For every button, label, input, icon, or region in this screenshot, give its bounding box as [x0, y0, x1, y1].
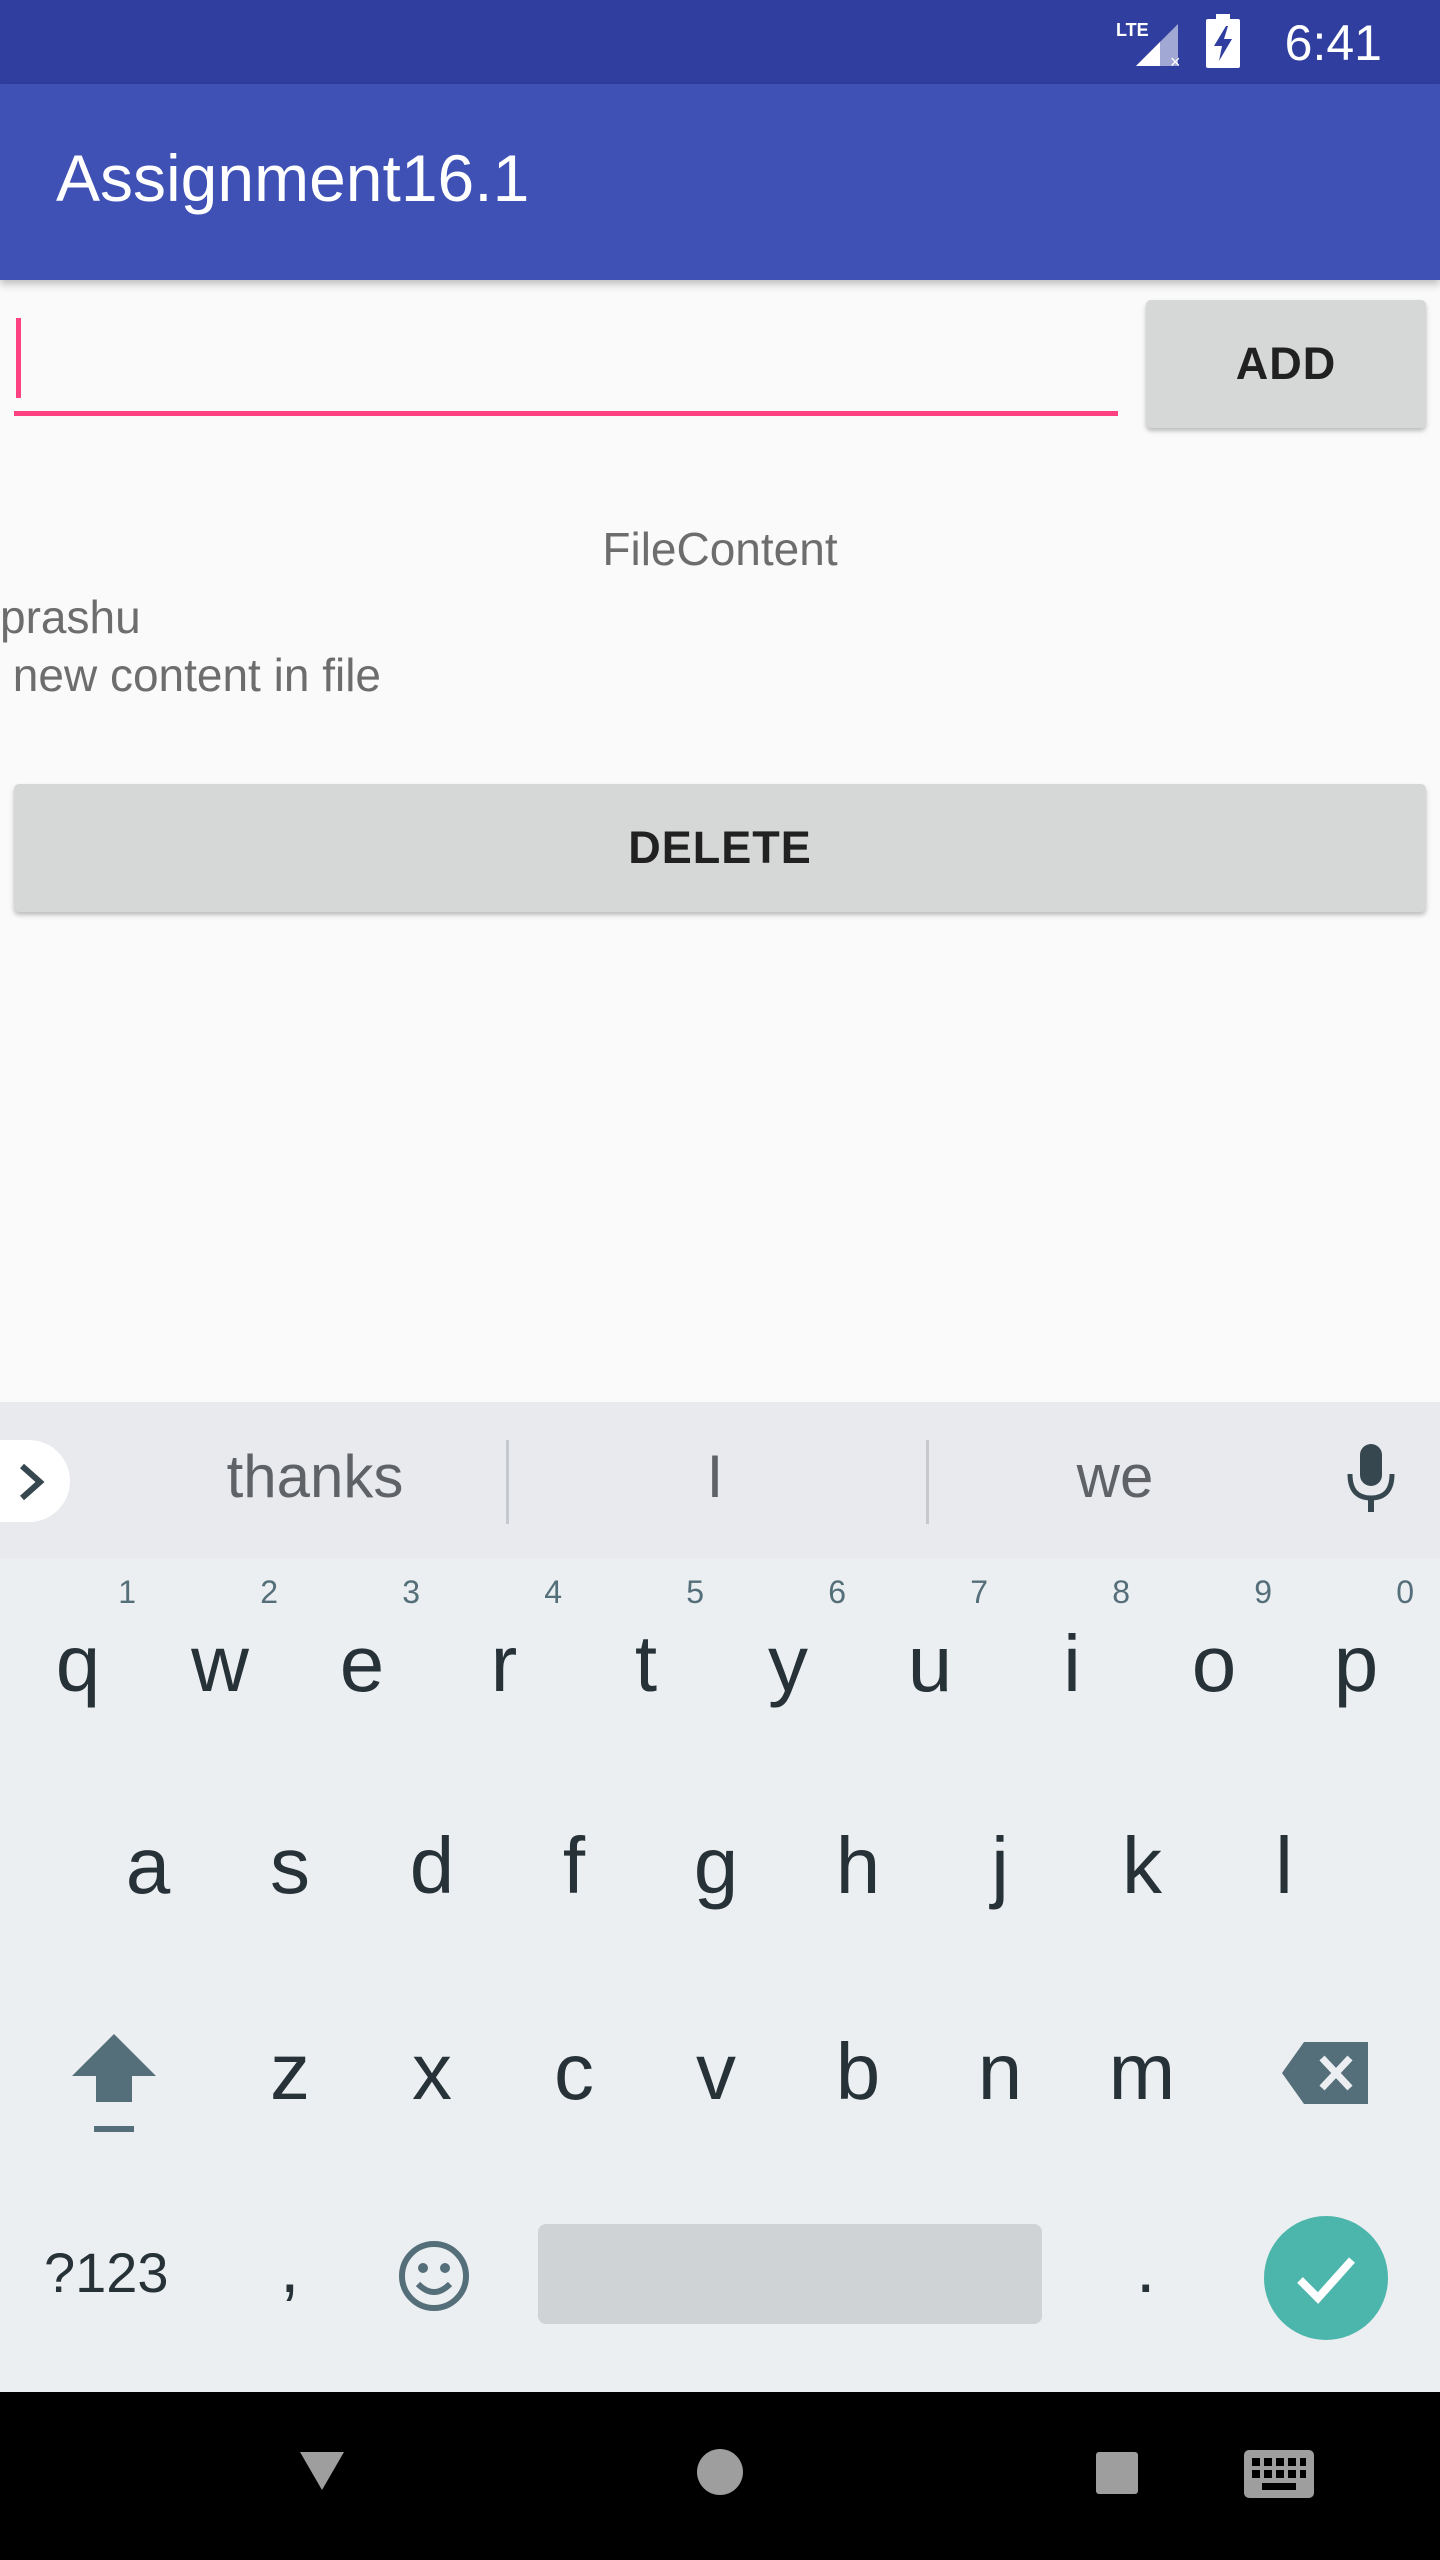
svg-text:×: ×: [1170, 52, 1181, 70]
key-i[interactable]: 8i: [1002, 1572, 1142, 1752]
add-button[interactable]: ADD: [1146, 300, 1426, 428]
status-bar: LTE × 6:41: [0, 0, 1440, 84]
navigation-bar: [0, 2392, 1440, 2560]
period-key[interactable]: .: [1136, 2228, 1155, 2308]
text-cursor: [16, 318, 21, 398]
key-d[interactable]: d: [362, 1774, 502, 1954]
app-bar: Assignment16.1: [0, 84, 1440, 280]
suggestion-3[interactable]: we: [960, 1442, 1270, 1511]
key-f[interactable]: f: [504, 1774, 644, 1954]
svg-text:LTE: LTE: [1116, 20, 1149, 40]
symbols-key[interactable]: ?123: [44, 2240, 169, 2305]
backspace-icon[interactable]: [1282, 2042, 1368, 2104]
delete-button[interactable]: DELETE: [14, 784, 1426, 912]
key-t[interactable]: 5t: [576, 1572, 716, 1752]
key-r[interactable]: 4r: [434, 1572, 574, 1752]
keyboard-switch-icon[interactable]: [1244, 2450, 1314, 2498]
key-s[interactable]: s: [220, 1774, 360, 1954]
key-m[interactable]: m: [1072, 1980, 1212, 2160]
nav-home-icon[interactable]: [696, 2448, 744, 2496]
chevron-right-icon: [20, 1463, 45, 1501]
content-input[interactable]: [14, 300, 1118, 416]
lte-signal-icon: LTE ×: [1116, 20, 1181, 70]
comma-key[interactable]: ,: [280, 2228, 299, 2308]
key-a[interactable]: a: [78, 1774, 218, 1954]
suggestion-2[interactable]: I: [560, 1442, 870, 1511]
key-p[interactable]: 0p: [1286, 1572, 1426, 1752]
key-x[interactable]: x: [362, 1980, 502, 2160]
suggestion-1[interactable]: thanks: [160, 1442, 470, 1511]
nav-recents-icon[interactable]: [1096, 2452, 1138, 2494]
key-g[interactable]: g: [646, 1774, 786, 1954]
key-u[interactable]: 7u: [860, 1572, 1000, 1752]
space-key[interactable]: [538, 2224, 1042, 2324]
battery-charging-icon: [1206, 14, 1240, 68]
key-o[interactable]: 9o: [1144, 1572, 1284, 1752]
key-l[interactable]: l: [1214, 1774, 1354, 1954]
nav-back-icon[interactable]: [298, 2450, 346, 2492]
key-h[interactable]: h: [788, 1774, 928, 1954]
microphone-icon[interactable]: [1346, 1444, 1396, 1516]
soft-keyboard: thanks I we 1q 2w 3e 4r 5t 6y 7u 8i 9o 0…: [0, 1402, 1440, 2392]
shift-icon[interactable]: [68, 2030, 160, 2140]
key-w[interactable]: 2w: [150, 1572, 290, 1752]
app-title: Assignment16.1: [56, 141, 530, 215]
file-content-text: prashu new content in file: [0, 591, 382, 701]
emoji-icon[interactable]: [398, 2240, 470, 2312]
key-c[interactable]: c: [504, 1980, 644, 2160]
key-j[interactable]: j: [930, 1774, 1070, 1954]
suggestion-strip: thanks I we: [0, 1402, 1440, 1558]
key-v[interactable]: v: [646, 1980, 786, 2160]
key-b[interactable]: b: [788, 1980, 928, 2160]
status-time: 6:41: [1284, 15, 1382, 71]
key-y[interactable]: 6y: [718, 1572, 858, 1752]
key-z[interactable]: z: [220, 1980, 360, 2160]
key-q[interactable]: 1q: [8, 1572, 148, 1752]
suggestion-toggle[interactable]: [0, 1440, 70, 1522]
enter-key[interactable]: [1264, 2216, 1388, 2340]
suggestion-divider: [506, 1440, 509, 1524]
check-icon: [1297, 2257, 1355, 2304]
file-content-label: FileContent: [602, 523, 838, 575]
key-k[interactable]: k: [1072, 1774, 1212, 1954]
key-n[interactable]: n: [930, 1980, 1070, 2160]
suggestion-divider: [926, 1440, 929, 1524]
key-e[interactable]: 3e: [292, 1572, 432, 1752]
